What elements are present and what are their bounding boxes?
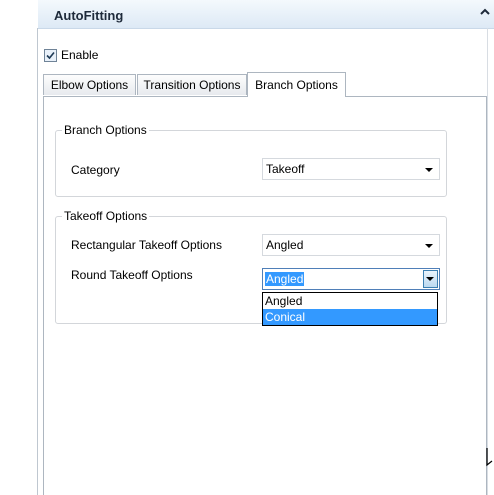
dropdown-option-conical[interactable]: Conical xyxy=(263,309,437,325)
group-title: Branch Options xyxy=(62,123,149,137)
tab-elbow-options[interactable]: Elbow Options xyxy=(43,74,136,95)
round-takeoff-dropdown-list[interactable]: Angled Conical xyxy=(262,292,438,326)
category-label: Category xyxy=(71,163,120,177)
category-value: Takeoff xyxy=(266,162,305,176)
tab-transition-options[interactable]: Transition Options xyxy=(137,74,247,95)
round-takeoff-select[interactable]: Angled xyxy=(262,268,440,290)
dropdown-option-angled[interactable]: Angled xyxy=(263,293,437,309)
group-title: Takeoff Options xyxy=(62,209,150,223)
dropdown-button[interactable] xyxy=(423,270,438,288)
chevron-down-icon xyxy=(425,244,433,248)
round-takeoff-label: Round Takeoff Options xyxy=(71,268,193,282)
chevron-up-icon[interactable] xyxy=(480,7,490,17)
tab-label: Transition Options xyxy=(143,78,241,92)
round-takeoff-value: Angled xyxy=(265,272,305,286)
header-title: AutoFitting xyxy=(54,8,124,23)
tab-branch-options[interactable]: Branch Options xyxy=(247,72,346,97)
chevron-down-icon xyxy=(426,277,434,281)
checkmark-icon xyxy=(46,51,55,59)
category-select[interactable]: Takeoff xyxy=(262,158,440,180)
tab-label: Branch Options xyxy=(255,78,338,92)
autofitting-header[interactable]: AutoFitting xyxy=(38,0,494,29)
rect-takeoff-label: Rectangular Takeoff Options xyxy=(71,238,222,252)
enable-label: Enable xyxy=(61,48,99,62)
branch-options-group: Branch Options Category Takeoff xyxy=(55,123,447,197)
panel-left-border xyxy=(37,28,38,495)
rect-takeoff-select[interactable]: Angled xyxy=(262,234,440,256)
enable-checkbox-row[interactable]: Enable xyxy=(44,48,98,62)
chevron-down-icon xyxy=(425,168,433,172)
enable-checkbox[interactable] xyxy=(44,48,57,62)
tab-label: Elbow Options xyxy=(50,78,129,92)
panel-right-border xyxy=(487,28,488,495)
rect-takeoff-value: Angled xyxy=(266,238,304,252)
resize-cursor-icon xyxy=(486,448,493,467)
